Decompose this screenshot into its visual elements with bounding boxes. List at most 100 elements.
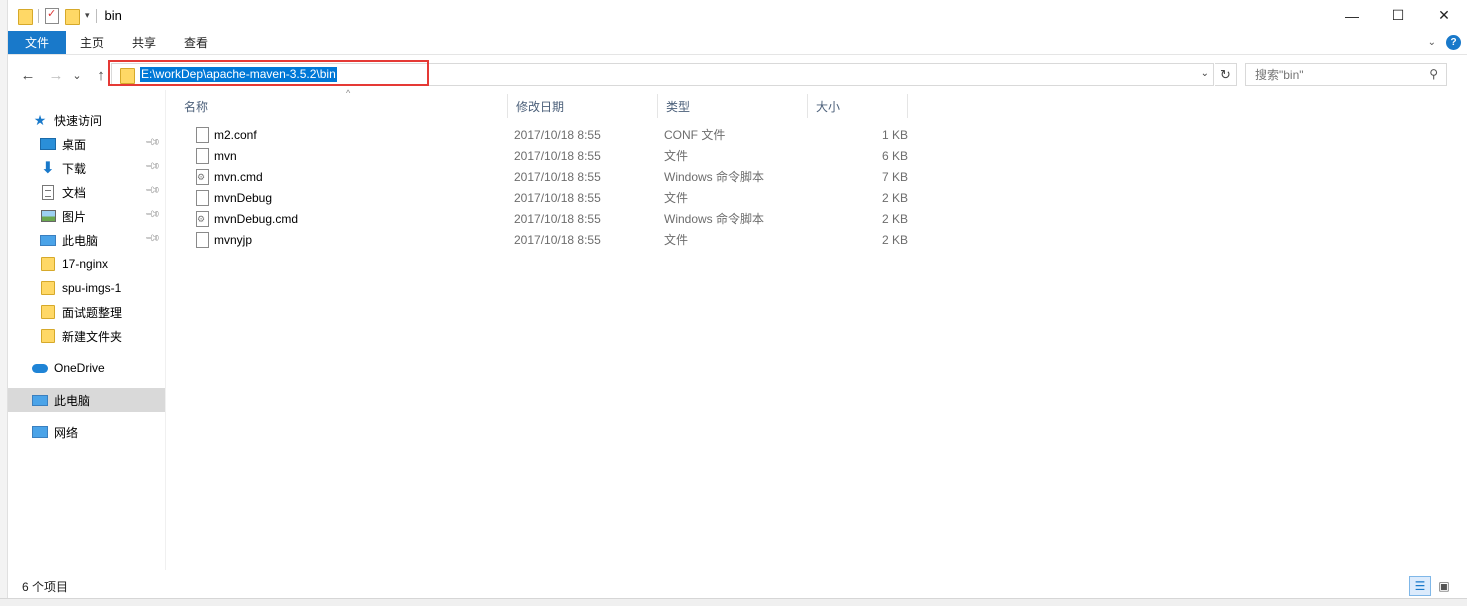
pin-icon: 📌︎: [144, 134, 162, 151]
file-icon: [196, 127, 209, 143]
file-name: mvnDebug: [214, 191, 273, 205]
help-icon[interactable]: ?: [1446, 35, 1461, 50]
forward-button[interactable]: →: [46, 65, 66, 85]
folder-icon: [18, 8, 33, 25]
file-row[interactable]: m2.conf 2017/10/18 8:55 CONF 文件 1 KB: [176, 125, 908, 146]
item-count: 6 个项目: [22, 579, 69, 594]
close-button[interactable]: ✕: [1421, 0, 1467, 31]
nav-item-label: 快速访问: [54, 113, 103, 128]
background-window-bottom: [0, 598, 1467, 606]
nav-item-spu-imgs-1[interactable]: spu-imgs-1: [8, 276, 165, 300]
file-date: 2017/10/18 8:55: [514, 212, 601, 226]
file-row[interactable]: mvnDebug.cmd 2017/10/18 8:55 Windows 命令脚…: [176, 209, 908, 230]
file-name: mvnDebug.cmd: [214, 212, 299, 226]
search-box: ⚲: [1245, 63, 1447, 86]
download-icon: ⬇: [41, 160, 55, 177]
expand-ribbon-chevron-icon[interactable]: ⌄: [1428, 37, 1436, 48]
star-icon: ★: [33, 111, 47, 128]
minimize-button[interactable]: —: [1329, 0, 1375, 31]
quick-access-toolbar: ▾: [8, 0, 97, 31]
tab-home[interactable]: 主页: [66, 31, 118, 54]
nav-item-pictures[interactable]: 图片 📌︎: [8, 204, 165, 228]
nav-item-network[interactable]: 网络: [8, 420, 165, 444]
file-size: 2 KB: [881, 233, 908, 247]
explorer-window: ▾ bin — ☐ ✕ 文件 主页 共享 查看 ⌄ ? ← → ⌄ ↑ E:\w…: [8, 0, 1467, 598]
file-list: ^ 名称 修改日期 类型 大小 m2.conf 2017/10/18 8:55 …: [176, 88, 1456, 564]
maximize-button[interactable]: ☐: [1375, 0, 1421, 31]
computer-icon: [40, 232, 56, 248]
pane-divider[interactable]: [165, 90, 166, 570]
file-name: m2.conf: [214, 128, 257, 142]
recent-locations-button[interactable]: ⌄: [70, 65, 84, 85]
file-type: CONF 文件: [664, 128, 726, 142]
refresh-button[interactable]: ↻: [1215, 63, 1237, 86]
nav-item-this-pc-pinned[interactable]: 此电脑 📌︎: [8, 228, 165, 252]
cloud-icon: [32, 360, 48, 376]
file-size: 2 KB: [881, 191, 908, 205]
nav-item-new-folder[interactable]: 新建文件夹: [8, 324, 165, 348]
tab-file[interactable]: 文件: [8, 31, 67, 54]
address-history-dropdown-icon[interactable]: ⌄: [1201, 68, 1209, 79]
ribbon-right-controls: ⌄ ?: [1428, 35, 1461, 50]
file-row[interactable]: mvn.cmd 2017/10/18 8:55 Windows 命令脚本 7 K…: [176, 167, 908, 188]
address-highlight-annotation: [108, 60, 429, 86]
search-input[interactable]: [1247, 65, 1417, 84]
desktop-icon: [40, 136, 56, 152]
nav-item-desktop[interactable]: 桌面 📌︎: [8, 132, 165, 156]
column-header-date[interactable]: 修改日期: [508, 94, 658, 118]
nav-item-interview-notes[interactable]: 面试题整理: [8, 300, 165, 324]
file-icon: [196, 148, 209, 164]
new-folder-icon[interactable]: [65, 8, 80, 25]
file-row[interactable]: mvn 2017/10/18 8:55 文件 6 KB: [176, 146, 908, 167]
customize-toolbar-arrow-icon[interactable]: ▾: [85, 10, 90, 21]
nav-item-onedrive[interactable]: OneDrive: [8, 356, 165, 380]
file-icon: [196, 190, 209, 206]
details-view-icon[interactable]: ☰: [1409, 576, 1431, 596]
file-date: 2017/10/18 8:55: [514, 149, 601, 163]
nav-item-label: 新建文件夹: [62, 329, 123, 344]
file-size: 2 KB: [881, 212, 908, 226]
nav-item-label: 图片: [62, 209, 87, 224]
nav-item-downloads[interactable]: ⬇ 下载 📌︎: [8, 156, 165, 180]
file-row[interactable]: mvnyjp 2017/10/18 8:55 文件 2 KB: [176, 230, 908, 251]
nav-item-label: 此电脑: [62, 233, 99, 248]
file-size: 6 KB: [881, 149, 908, 163]
file-name: mvn.cmd: [214, 170, 263, 184]
file-size: 7 KB: [881, 170, 908, 184]
search-icon[interactable]: ⚲: [1429, 67, 1438, 81]
large-icons-view-icon[interactable]: ▣: [1433, 576, 1455, 596]
network-icon: [32, 424, 48, 440]
title-bar: ▾ bin — ☐ ✕: [8, 0, 1467, 31]
nav-item-quick-access[interactable]: ★ 快速访问: [8, 108, 165, 132]
view-switcher: ☰ ▣: [1409, 576, 1455, 596]
computer-icon: [32, 392, 48, 408]
script-file-icon: [196, 169, 209, 185]
column-header-name[interactable]: 名称: [176, 94, 508, 118]
pin-icon: 📌︎: [144, 158, 162, 175]
toolbar-separator: [95, 8, 97, 23]
window-title: bin: [104, 8, 122, 23]
back-button[interactable]: ←: [18, 65, 38, 85]
tab-share[interactable]: 共享: [118, 31, 170, 54]
nav-item-this-pc[interactable]: 此电脑: [8, 388, 165, 412]
file-type: 文件: [664, 191, 689, 205]
nav-item-label: spu-imgs-1: [62, 281, 122, 295]
file-date: 2017/10/18 8:55: [514, 170, 601, 184]
properties-icon[interactable]: [45, 7, 59, 24]
tab-view[interactable]: 查看: [170, 31, 222, 54]
nav-item-17-nginx[interactable]: 17-nginx: [8, 252, 165, 276]
nav-item-documents[interactable]: 文档 📌︎: [8, 180, 165, 204]
file-date: 2017/10/18 8:55: [514, 191, 601, 205]
file-type: 文件: [664, 149, 689, 163]
file-type: Windows 命令脚本: [664, 212, 765, 226]
file-row[interactable]: mvnDebug 2017/10/18 8:55 文件 2 KB: [176, 188, 908, 209]
script-file-icon: [196, 211, 209, 227]
background-window-left: [0, 0, 8, 606]
nav-item-label: 网络: [54, 425, 79, 440]
column-header-size[interactable]: 大小: [808, 94, 908, 118]
column-header-type[interactable]: 类型: [658, 94, 808, 118]
pin-icon: 📌︎: [144, 206, 162, 223]
document-icon: [40, 184, 56, 200]
file-name: mvnyjp: [214, 233, 253, 247]
pin-icon: 📌︎: [144, 182, 162, 199]
